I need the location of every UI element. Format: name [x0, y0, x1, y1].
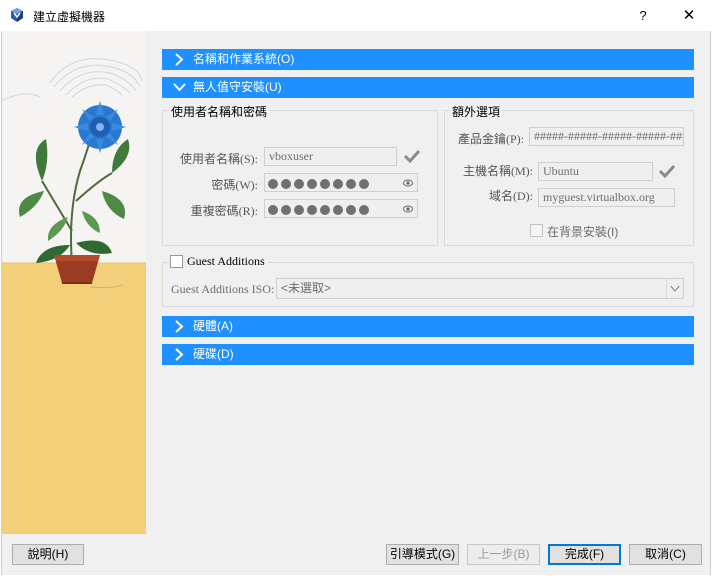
password-mask [268, 177, 372, 189]
flower-pot-image [2, 31, 146, 534]
background-install-label: 在背景安裝(I) [547, 225, 619, 239]
back-button[interactable]: 上一步(B) [467, 544, 540, 565]
user-password-group-title: 使用者名稱和密碼 [169, 103, 270, 120]
chevron-down-icon [173, 83, 186, 92]
section-disk-label: 硬碟(D) [193, 347, 234, 361]
section-unattended[interactable]: 無人值守安裝(U) [162, 77, 694, 98]
dialog-client-area: 名稱和作業系統(O) 無人值守安裝(U) 使用者名稱和密碼 使用者名稱(S): … [1, 31, 711, 575]
domain-input[interactable]: myguest.virtualbox.org [538, 188, 675, 207]
extra-options-group-title: 額外選項 [450, 103, 503, 120]
close-button[interactable]: ✕ [674, 4, 704, 28]
chevron-right-icon [175, 348, 184, 361]
hostname-label: 主機名稱(M): [463, 164, 533, 178]
hostname-input[interactable]: Ubuntu [538, 162, 653, 181]
section-unattended-label: 無人值守安裝(U) [193, 80, 282, 94]
domain-label: 域名(D): [489, 189, 533, 203]
chevron-right-icon [175, 320, 184, 333]
checkmark-icon [403, 149, 421, 163]
eye-icon[interactable] [403, 204, 413, 214]
eye-icon[interactable] [403, 178, 413, 188]
username-label: 使用者名稱(S): [179, 152, 258, 166]
cancel-button[interactable]: 取消(C) [629, 544, 702, 565]
window-title: 建立虛擬機器 [33, 10, 106, 24]
guest-additions-iso-combo[interactable]: <未選取> [276, 278, 684, 299]
guest-additions-iso-label: Guest Additions ISO: [171, 282, 275, 296]
title-help-button[interactable]: ? [628, 4, 658, 28]
guest-additions-checkbox[interactable] [170, 255, 183, 268]
chevron-down-icon[interactable] [666, 279, 683, 298]
section-hardware[interactable]: 硬體(A) [162, 316, 694, 337]
wizard-illustration [2, 31, 146, 534]
section-disk[interactable]: 硬碟(D) [162, 344, 694, 365]
password-label: 密碼(W): [211, 178, 258, 192]
title-bar: 建立虛擬機器 ? ✕ [0, 0, 712, 31]
guest-additions-iso-value: <未選取> [281, 281, 332, 295]
background-install-checkbox[interactable] [530, 224, 543, 237]
section-name-os-label: 名稱和作業系統(O) [193, 52, 295, 66]
username-input[interactable]: vboxuser [264, 147, 397, 166]
virtualbox-icon [11, 8, 23, 22]
product-key-label: 產品金鑰(P): [457, 132, 524, 146]
chevron-right-icon [175, 53, 184, 66]
repeat-password-mask [268, 203, 372, 215]
guest-additions-label: Guest Additions [185, 254, 267, 269]
section-hardware-label: 硬體(A) [193, 319, 233, 333]
finish-button[interactable]: 完成(F) [548, 544, 621, 565]
repeat-password-label: 重複密碼(R): [190, 204, 258, 218]
guided-mode-button[interactable]: 引導模式(G) [386, 544, 459, 565]
repeat-password-input[interactable] [264, 199, 418, 218]
help-button[interactable]: 說明(H) [12, 544, 84, 565]
checkmark-icon [658, 164, 676, 178]
password-input[interactable] [264, 173, 418, 192]
section-name-os[interactable]: 名稱和作業系統(O) [162, 49, 694, 70]
product-key-input[interactable]: #####-#####-#####-#####-##### [529, 127, 684, 146]
